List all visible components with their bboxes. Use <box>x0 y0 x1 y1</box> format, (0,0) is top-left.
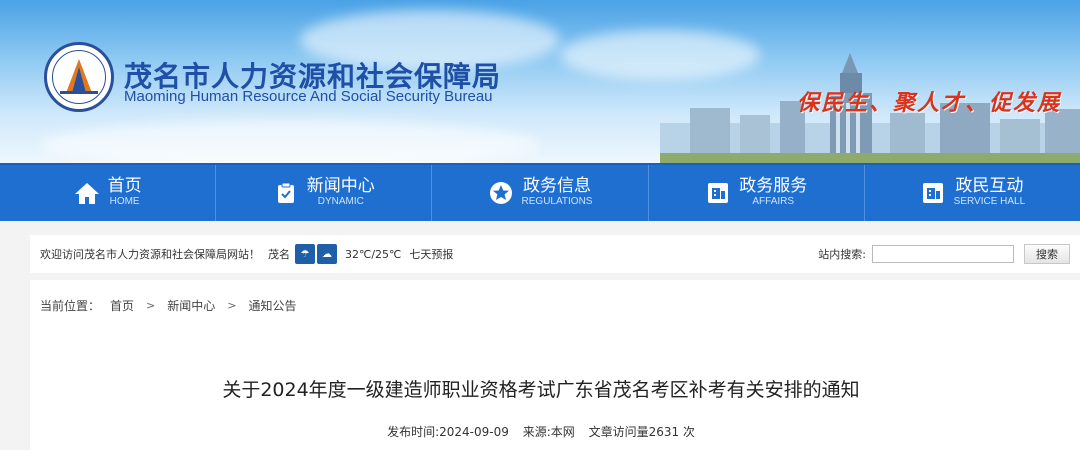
nav-label: 新闻中心 <box>306 176 375 196</box>
nav-sublabel: DYNAMIC <box>317 196 364 207</box>
breadcrumb-news[interactable]: 新闻中心 <box>167 297 215 314</box>
publish-time: 发布时间:2024-09-09 <box>387 425 509 439</box>
interact-icon <box>920 180 946 206</box>
breadcrumb-prefix: 当前位置： <box>40 299 101 313</box>
news-icon <box>273 180 299 206</box>
weather-rain-icon: ☂ <box>295 244 315 264</box>
nav-sublabel: HOME <box>109 196 140 207</box>
weather-city: 茂名 <box>268 248 290 261</box>
nav-label: 政民互动 <box>955 176 1024 196</box>
weather-temperature: 32℃/25℃ <box>345 247 402 261</box>
welcome-text: 欢迎访问茂名市人力资源和社会保障局网站！ <box>40 248 260 261</box>
weather-cloud-icon: ☁ <box>317 244 337 264</box>
article-title: 关于2024年度一级建造师职业资格考试广东省茂名考区补考有关安排的通知 <box>222 379 860 401</box>
site-search: 站内搜索: 搜索 <box>818 244 1070 264</box>
nav-sublabel: AFFAIRS <box>752 196 795 207</box>
site-title-english: Maoming Human Resource And Social Securi… <box>124 88 493 105</box>
site-slogan: 保民生、聚人才、促发展 <box>797 90 1062 116</box>
bureau-logo[interactable] <box>44 42 114 112</box>
info-bar: 欢迎访问茂名市人力资源和社会保障局网站！ 茂名 ☂ ☁ 32℃/25℃ 七天预报… <box>30 235 1080 273</box>
article-meta: 发布时间:2024-09-09 来源:本网 文章访问量2631 次 <box>30 423 1052 440</box>
nav-item-news[interactable]: 新闻中心 DYNAMIC <box>216 165 433 221</box>
nav-label: 政务信息 <box>523 176 591 196</box>
view-count: 文章访问量2631 次 <box>588 425 695 439</box>
site-banner: 茂名市人力资源和社会保障局 Maoming Human Resource And… <box>0 0 1080 163</box>
nav-label: 首页 <box>107 176 142 196</box>
main-nav: 首页 HOME 新闻中心 DYNAMIC 政务信息 REGULATIONS 政务服务 A… <box>0 163 1080 221</box>
search-label: 站内搜索: <box>818 248 866 261</box>
article-source: 来源:本网 <box>522 425 575 439</box>
nav-item-home[interactable]: 首页 HOME <box>0 165 217 221</box>
breadcrumb: 当前位置： 首页 > 新闻中心 > 通知公告 <box>40 297 297 314</box>
search-input[interactable] <box>872 245 1014 263</box>
service-icon <box>705 180 731 206</box>
breadcrumb-notices[interactable]: 通知公告 <box>248 297 296 314</box>
nav-sublabel: REGULATIONS <box>521 196 593 207</box>
nav-item-service-hall[interactable]: 政民互动 SERVICE HALL <box>865 165 1080 221</box>
article-container: 当前位置： 首页 > 新闻中心 > 通知公告 关于2024年度一级建造师职业资格… <box>30 280 1080 450</box>
home-icon <box>74 180 100 206</box>
breadcrumb-separator: > <box>227 299 237 312</box>
nav-sublabel: SERVICE HALL <box>953 196 1026 207</box>
star-icon <box>488 180 514 206</box>
nav-label: 政务服务 <box>739 176 808 196</box>
cloud-decoration <box>40 120 540 163</box>
breadcrumb-home[interactable]: 首页 <box>110 297 134 314</box>
nav-item-affairs[interactable]: 政务服务 AFFAIRS <box>649 165 865 221</box>
search-button[interactable]: 搜索 <box>1024 244 1070 264</box>
nav-item-regulations[interactable]: 政务信息 REGULATIONS <box>432 165 649 221</box>
seven-day-forecast-link[interactable]: 七天预报 <box>409 246 453 262</box>
breadcrumb-separator: > <box>146 299 156 312</box>
